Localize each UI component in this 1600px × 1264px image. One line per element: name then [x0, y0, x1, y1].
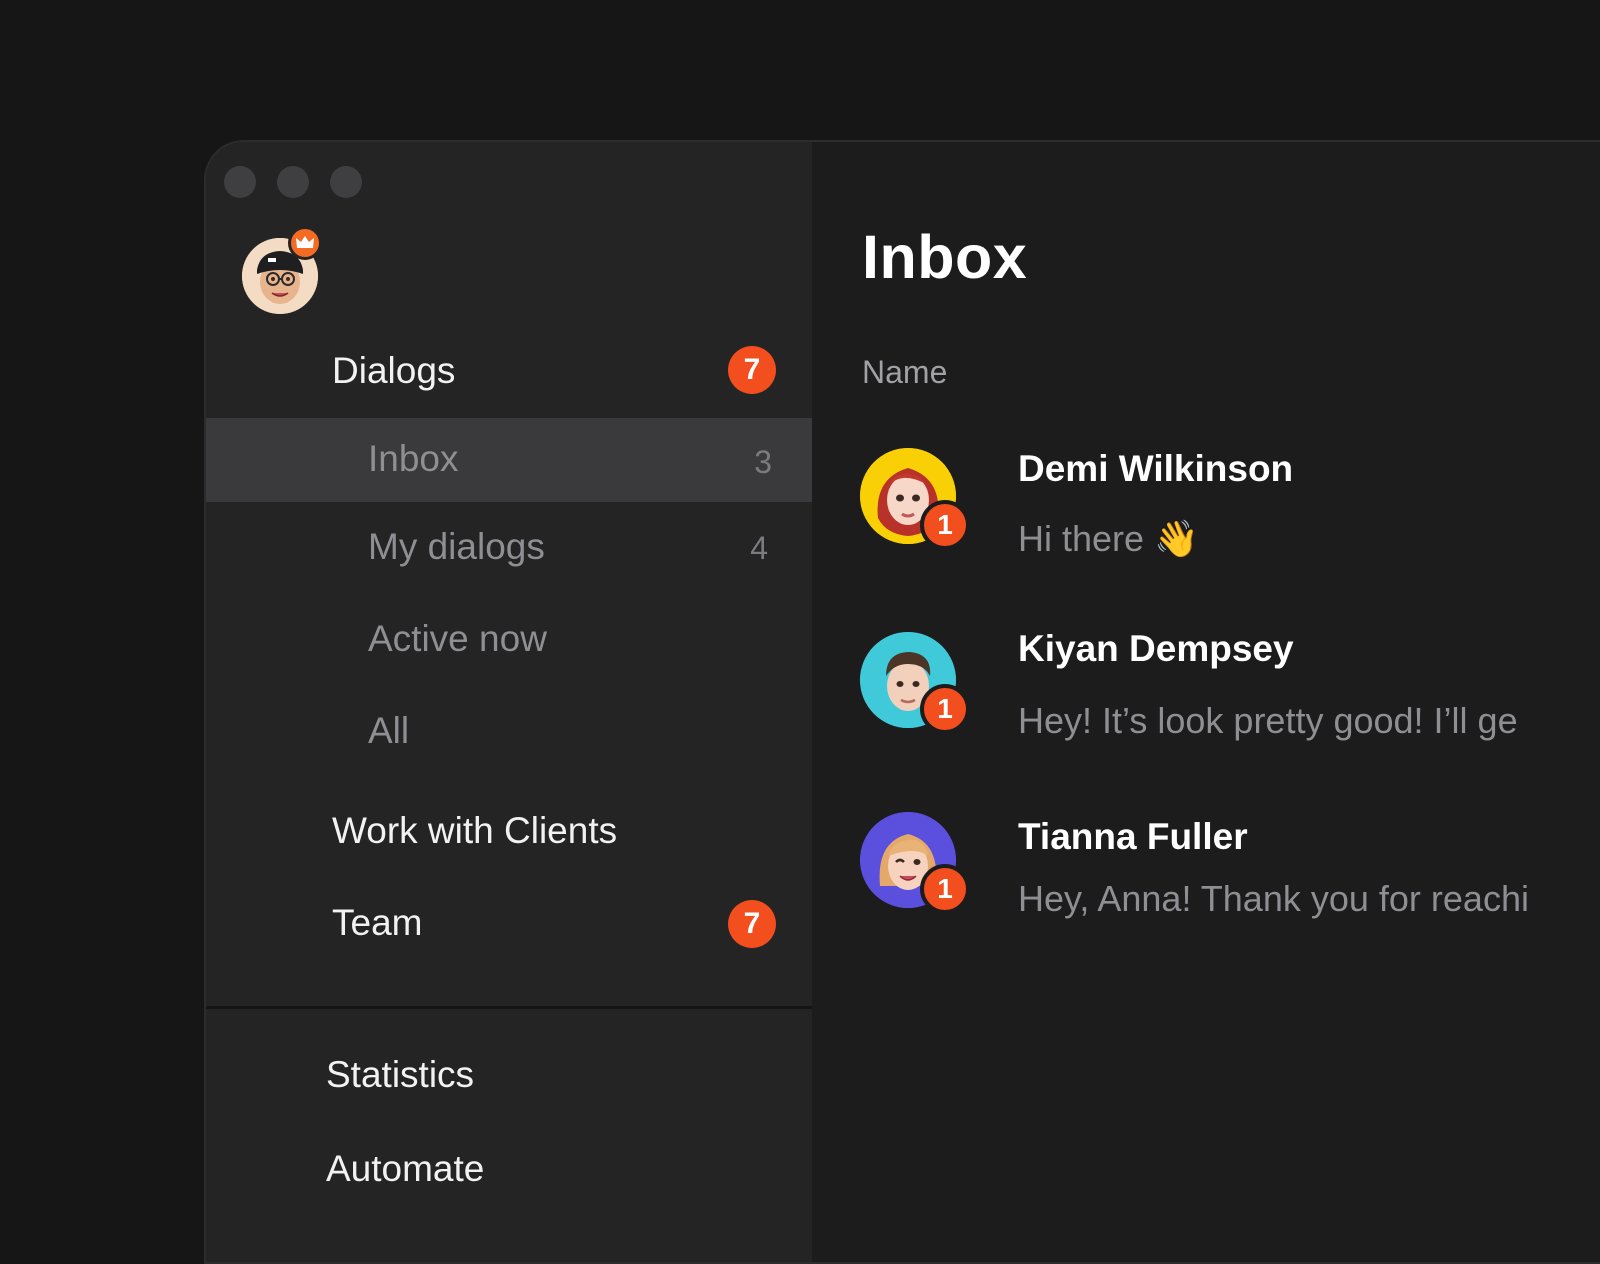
- conversation-row[interactable]: 1 Tianna Fuller Hey, Anna! Thank you for…: [858, 812, 1600, 962]
- crown-icon: [288, 226, 322, 260]
- nav-automate-label: Automate: [326, 1148, 485, 1189]
- nav-work-with-clients-label: Work with Clients: [332, 810, 618, 851]
- window-close-button[interactable]: [224, 166, 256, 198]
- unread-badge: 1: [920, 500, 970, 550]
- message-preview: Hey, Anna! Thank you for reachi: [1018, 878, 1529, 919]
- my-dialogs-count: 4: [750, 530, 768, 566]
- sidebar-item-all[interactable]: All: [206, 688, 812, 772]
- contact-name: Kiyan Dempsey: [1018, 628, 1294, 669]
- page-title: Inbox: [862, 223, 1028, 291]
- sidebar-item-label: All: [368, 710, 410, 751]
- conversation-row[interactable]: 1 Demi Wilkinson Hi there 👋: [858, 448, 1600, 598]
- sidebar-item-inbox[interactable]: Inbox 3: [206, 418, 812, 502]
- contact-name: Tianna Fuller: [1018, 816, 1248, 857]
- sidebar-item-my-dialogs[interactable]: My dialogs 4: [206, 504, 812, 588]
- sidebar-item-label: My dialogs: [368, 526, 545, 567]
- message-preview: Hi there 👋: [1018, 518, 1199, 559]
- nav-dialogs-label: Dialogs: [332, 350, 456, 391]
- sidebar-item-active-now[interactable]: Active now: [206, 596, 812, 680]
- column-header-name[interactable]: Name: [862, 354, 947, 391]
- inbox-count: 3: [754, 444, 772, 480]
- nav-team[interactable]: Team 7: [206, 884, 812, 968]
- sidebar-divider: [206, 1006, 812, 1009]
- nav-work-with-clients[interactable]: Work with Clients: [206, 790, 812, 874]
- nav-dialogs[interactable]: Dialogs 7: [206, 332, 812, 416]
- nav-team-label: Team: [332, 902, 423, 943]
- nav-statistics[interactable]: Statistics: [206, 1032, 812, 1116]
- nav-statistics-label: Statistics: [326, 1054, 475, 1095]
- unread-badge: 1: [920, 684, 970, 734]
- nav-automate[interactable]: Automate: [206, 1126, 812, 1210]
- sidebar-item-label: Inbox: [368, 438, 459, 479]
- conversation-row[interactable]: 1 Kiyan Dempsey Hey! It’s look pretty go…: [858, 628, 1600, 782]
- unread-badge: 1: [920, 864, 970, 914]
- dialogs-badge: 7: [728, 346, 776, 394]
- sidebar: Dialogs 7 Inbox 3 My dialogs 4 Active no…: [206, 142, 812, 1262]
- window-zoom-button[interactable]: [330, 166, 362, 198]
- window-minimize-button[interactable]: [277, 166, 309, 198]
- team-badge: 7: [728, 900, 776, 948]
- contact-name: Demi Wilkinson: [1018, 448, 1294, 489]
- sidebar-item-label: Active now: [368, 618, 547, 659]
- message-preview: Hey! It’s look pretty good! I’ll ge: [1018, 700, 1518, 741]
